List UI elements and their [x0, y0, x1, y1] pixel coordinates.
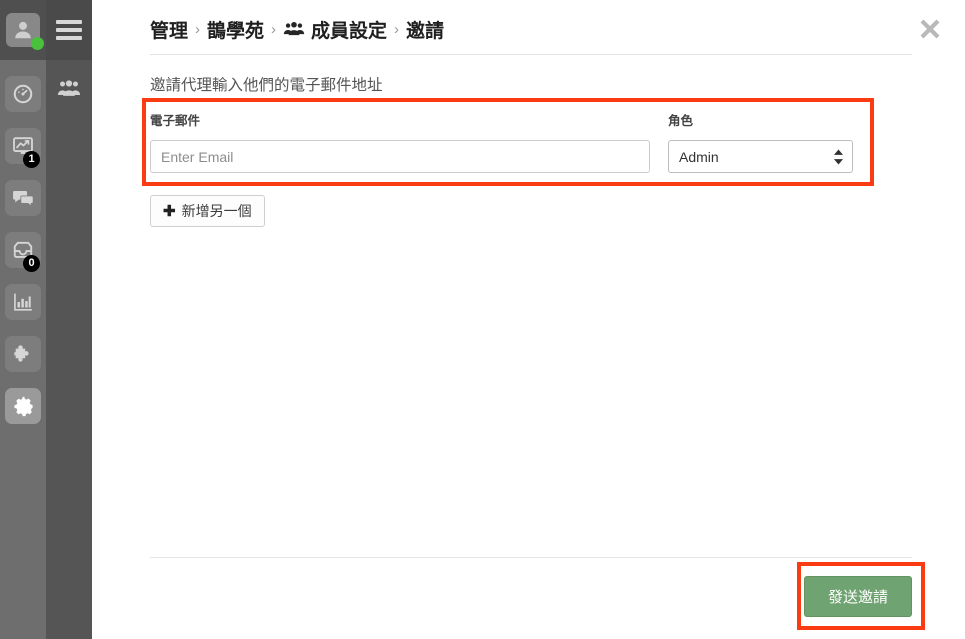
- breadcrumb: 管理 › 鵲學苑 › 成員設定 › 邀請: [150, 0, 935, 43]
- group-users-icon: [283, 21, 308, 38]
- role-select-value: Admin: [679, 148, 719, 165]
- footer-divider: [150, 557, 912, 558]
- role-field-group: 角色 Admin: [668, 110, 853, 173]
- chevron-updown-icon: [833, 148, 844, 165]
- sidebar-item-chat[interactable]: [0, 172, 46, 224]
- sidebar-item-reports[interactable]: [0, 276, 46, 328]
- sidebar-item-inbox[interactable]: 0: [0, 224, 46, 276]
- menu-toggle-button[interactable]: [46, 0, 92, 60]
- invite-form-row: 電子郵件 角色 Admin: [142, 98, 874, 186]
- breadcrumb-item-invite: 邀請: [406, 21, 445, 42]
- sidebar-item-settings[interactable]: [0, 380, 46, 432]
- role-select[interactable]: Admin: [668, 140, 853, 173]
- email-field-label: 電子郵件: [150, 114, 201, 128]
- avatar[interactable]: [6, 13, 44, 50]
- email-field-group: 電子郵件: [150, 110, 650, 173]
- header-divider: [150, 54, 912, 55]
- sidebar-item-integrations[interactable]: [0, 328, 46, 380]
- bar-chart-icon: [14, 293, 33, 311]
- form-footer: 發送邀請: [150, 557, 935, 630]
- breadcrumb-separator: ›: [394, 21, 400, 38]
- main-content: 管理 › 鵲學苑 › 成員設定 › 邀請 邀請代理輸入他們的電子郵件地址 電子郵…: [92, 0, 965, 639]
- breadcrumb-item-admin[interactable]: 管理: [150, 16, 188, 43]
- gear-settings-icon: [13, 396, 33, 416]
- role-field-label: 角色: [668, 114, 694, 128]
- primary-sidebar: 1 0: [0, 0, 46, 639]
- sidebar-item-members[interactable]: [46, 60, 92, 112]
- breadcrumb-item-member-settings[interactable]: 成員設定: [311, 16, 387, 43]
- sidebar-item-list: 1 0: [0, 60, 46, 432]
- breadcrumb-item-org[interactable]: 鵲學苑: [207, 16, 264, 43]
- chat-bubbles-icon: [12, 190, 34, 207]
- hamburger-menu-icon: [56, 16, 82, 44]
- group-users-icon: [57, 80, 81, 96]
- sidebar-badge-analytics: 1: [23, 151, 40, 168]
- page-description: 邀請代理輸入他們的電子郵件地址: [150, 77, 383, 94]
- plus-icon: ✚: [163, 203, 176, 220]
- send-invite-button[interactable]: 發送邀請: [803, 576, 912, 617]
- add-another-button[interactable]: ✚ 新增另一個: [150, 195, 265, 227]
- sidebar-item-dashboard[interactable]: [0, 68, 46, 120]
- add-another-label: 新增另一個: [181, 203, 252, 219]
- breadcrumb-separator: ›: [271, 21, 277, 38]
- dashboard-gauge-icon: [13, 84, 33, 104]
- user-avatar-icon: [15, 21, 31, 39]
- secondary-sidebar: [46, 0, 92, 639]
- sidebar-avatar-header[interactable]: [0, 0, 46, 60]
- online-status-dot: [31, 37, 44, 50]
- breadcrumb-separator: ›: [195, 21, 201, 38]
- puzzle-piece-icon: [14, 345, 29, 362]
- email-input[interactable]: [150, 140, 650, 173]
- sidebar-badge-inbox: 0: [23, 255, 40, 272]
- app-window: 1 0 管理 › 鵲學苑 › 成員設定 › 邀請 邀請代理輸入他們的電子郵件地址…: [0, 0, 965, 639]
- sidebar-item-analytics[interactable]: 1: [0, 120, 46, 172]
- close-x-icon[interactable]: [917, 16, 943, 42]
